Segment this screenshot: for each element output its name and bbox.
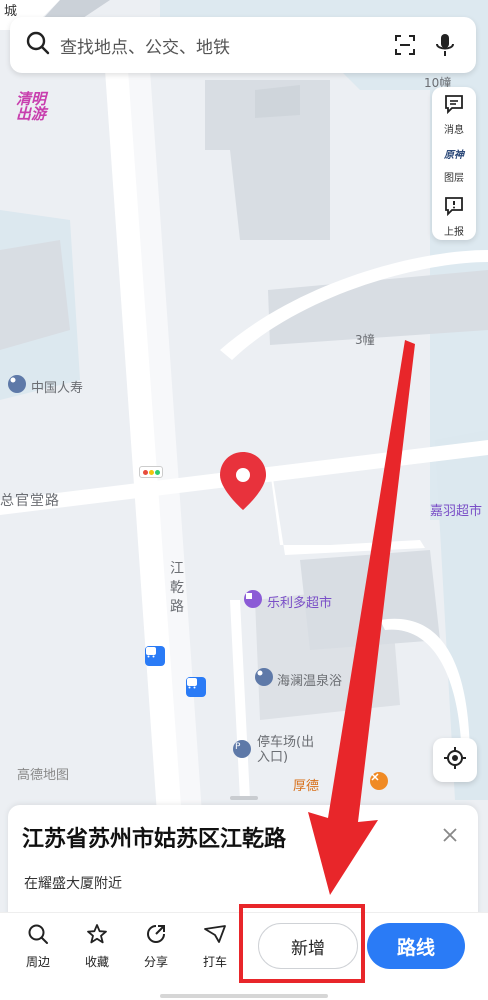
tool-layers[interactable]: 原神 图层	[432, 145, 476, 184]
home-indicator	[160, 994, 328, 998]
parking-icon[interactable]: P	[233, 740, 251, 758]
location-pin-icon[interactable]	[8, 375, 26, 393]
bus-stop-icon[interactable]	[186, 677, 206, 697]
taxi-icon	[203, 923, 227, 949]
star-icon	[86, 923, 108, 949]
report-icon	[443, 195, 465, 221]
poi-label-restaurant[interactable]: 厚德	[293, 775, 319, 794]
taxi-button[interactable]: 打车	[193, 923, 237, 970]
selected-location-pin-icon[interactable]	[218, 450, 268, 512]
road-label-main: 江乾路	[170, 561, 185, 615]
poi-label-bath[interactable]: 海澜温泉浴	[277, 670, 342, 689]
svg-text:P: P	[235, 742, 241, 750]
tool-layers-label: 图层	[444, 173, 464, 184]
scan-icon[interactable]	[390, 30, 420, 60]
favorite-label: 收藏	[84, 955, 109, 969]
location-title: 江苏省苏州市姑苏区江乾路	[22, 827, 287, 852]
route-button[interactable]: 路线	[367, 923, 465, 969]
location-subtitle: 在耀盛大厦附近	[24, 876, 122, 892]
share-icon	[145, 923, 167, 949]
search-icon	[26, 31, 50, 59]
microphone-icon[interactable]	[430, 30, 460, 60]
map-tools-panel: 消息 原神 图层 上报	[432, 87, 476, 240]
locate-button[interactable]	[433, 738, 477, 782]
restaurant-icon[interactable]	[370, 772, 388, 790]
location-pin-icon[interactable]	[255, 668, 273, 686]
panel-drag-handle[interactable]	[230, 796, 258, 800]
layers-icon: 原神	[444, 150, 464, 161]
nearby-button[interactable]: 周边	[16, 923, 60, 970]
taxi-label: 打车	[202, 955, 227, 969]
poi-label-market[interactable]: 乐利多超市	[267, 592, 332, 611]
share-label: 分享	[143, 955, 168, 969]
favorite-button[interactable]: 收藏	[75, 923, 119, 970]
message-icon	[443, 93, 465, 119]
road-label-west: 总官堂路	[0, 493, 60, 509]
bus-stop-icon[interactable]	[145, 646, 165, 666]
map-corner-text: 城	[4, 4, 18, 19]
nearby-label: 周边	[25, 955, 50, 969]
search-bar[interactable]: 查找地点、公交、地铁	[10, 17, 476, 73]
share-button[interactable]: 分享	[134, 923, 178, 970]
search-icon	[27, 923, 49, 949]
poi-label-jiayu[interactable]: 嘉羽超市	[430, 500, 482, 519]
building-label-3: 3幢	[355, 333, 375, 347]
annotation-highlight-box	[239, 904, 365, 983]
traffic-light-icon	[139, 466, 163, 478]
search-input[interactable]: 查找地点、公交、地铁	[60, 33, 380, 58]
crosshair-icon	[443, 746, 467, 774]
tool-message-label: 消息	[444, 125, 464, 136]
tool-report-label: 上报	[444, 227, 464, 238]
tool-message[interactable]: 消息	[432, 93, 476, 136]
promo-badge[interactable]: 清明出游	[16, 92, 56, 122]
close-icon[interactable]	[438, 823, 462, 847]
poi-label-parking[interactable]: 停车场(出入口)	[257, 735, 319, 765]
tool-report[interactable]: 上报	[432, 195, 476, 238]
poi-label-insurance[interactable]: 中国人寿	[31, 377, 83, 396]
map-watermark: 高德地图	[17, 768, 70, 783]
shopping-bag-icon[interactable]	[244, 590, 262, 608]
